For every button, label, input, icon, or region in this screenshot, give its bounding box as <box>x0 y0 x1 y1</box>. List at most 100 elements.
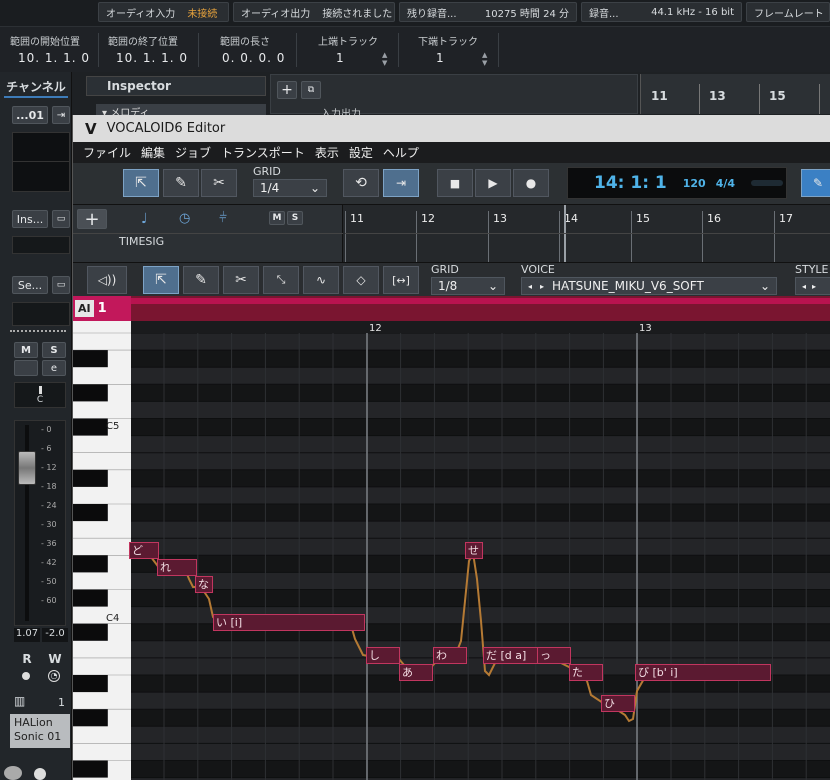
audio-input-value: 未接続 <box>187 8 218 20</box>
next-voice-icon[interactable]: ▸ <box>540 282 544 291</box>
follow-playhead-icon[interactable]: ⇥ <box>383 169 419 197</box>
write-automation-button[interactable]: W <box>44 652 66 666</box>
pencil-tool-icon[interactable]: ✎ <box>163 169 199 197</box>
stop-button[interactable]: ■ <box>437 169 473 197</box>
add-track-button[interactable]: + <box>77 209 107 230</box>
fader-scale: - 0 - 6 - 12 - 18 - 24 - 30 - 36 - 42 - 50 - 60 <box>41 425 65 615</box>
sends-button[interactable]: Se... <box>12 276 48 294</box>
menu-help[interactable]: ヘルプ <box>383 144 419 161</box>
project-ruler[interactable]: 11 13 15 <box>640 74 830 114</box>
edit-channel-icon[interactable]: ⇥ <box>52 106 70 124</box>
clock-icon[interactable]: ◷ <box>179 211 190 226</box>
scissors-tool-icon[interactable]: ✂ <box>223 266 259 294</box>
solo-button[interactable]: S <box>42 342 66 358</box>
chevron-down-icon: ⌄ <box>759 279 770 293</box>
grid-select[interactable]: 1/4 ⌄ <box>253 179 327 197</box>
voice-select[interactable]: ◂ ▸ HATSUNE_MIKU_V6_SOFT ⌄ <box>521 277 777 295</box>
note-block[interactable]: な <box>195 576 213 593</box>
menu-transport[interactable]: トランスポート <box>221 144 305 161</box>
range-end-value[interactable]: 10. 1. 1. 0 <box>116 51 188 65</box>
sends-slot[interactable] <box>12 302 70 326</box>
note-block[interactable]: だ [d a] <box>483 647 539 664</box>
loop-icon[interactable]: ⟲ <box>343 169 379 197</box>
track-mute-button[interactable]: M <box>269 211 285 225</box>
framerate-status[interactable]: フレームレート <box>746 2 830 22</box>
sends-bypass-icon[interactable]: ▭ <box>52 276 70 294</box>
tab-channel[interactable]: チャンネル <box>4 76 68 98</box>
note-block[interactable]: ど <box>129 542 159 559</box>
edit-icon[interactable]: e <box>42 360 66 376</box>
record-time-status[interactable]: 残り録音... 10275 時間 24 分 <box>399 2 577 22</box>
output-icon[interactable] <box>34 768 46 780</box>
audio-input-status[interactable]: オーディオ入力 未接続 <box>98 2 229 22</box>
pan-control[interactable]: C <box>14 382 66 408</box>
range-tool-icon[interactable]: [↔] <box>383 266 419 294</box>
note-block[interactable]: れ <box>157 559 197 576</box>
prev-voice-icon[interactable]: ◂ <box>528 282 532 291</box>
note-block[interactable]: せ <box>465 542 483 559</box>
duplicate-icon[interactable]: ⧉ <box>301 81 321 99</box>
style-select[interactable]: ◂ ▸ <box>795 277 830 295</box>
note-block[interactable]: わ <box>433 647 467 664</box>
upper-track-stepper[interactable]: ▲ ▼ <box>382 51 387 67</box>
upper-track-value[interactable]: 1 <box>336 51 345 65</box>
scissors-tool-icon[interactable]: ✂ <box>201 169 237 197</box>
note-block[interactable]: っ <box>537 647 571 664</box>
note-icon[interactable]: ♩ <box>141 211 148 227</box>
channel-name-button[interactable]: ...01 <box>12 106 48 124</box>
note-block[interactable]: い [i] <box>213 614 365 631</box>
tempo-value[interactable]: 120 <box>683 177 706 190</box>
read-automation-button[interactable]: R <box>16 652 38 666</box>
lower-track-value[interactable]: 1 <box>436 51 445 65</box>
play-button[interactable]: ▶ <box>475 169 511 197</box>
speaker-icon[interactable]: ◁)) <box>87 266 127 294</box>
time-signature-value[interactable]: 4/4 <box>716 177 735 190</box>
prev-style-icon[interactable]: ◂ <box>802 282 806 291</box>
tempo-marker-icon[interactable]: ⫩ <box>219 210 227 226</box>
menu-view[interactable]: 表示 <box>315 144 339 161</box>
piano-grid-select[interactable]: 1/8 ⌄ <box>431 277 505 295</box>
listen-button[interactable] <box>14 360 38 376</box>
select-tool-icon[interactable]: ⇱ <box>123 169 159 197</box>
lower-track-stepper[interactable]: ▲ ▼ <box>482 51 487 67</box>
record-format-status[interactable]: 録音... 44.1 kHz - 16 bit <box>581 2 742 22</box>
note-block[interactable]: し <box>366 647 400 664</box>
range-length-value[interactable]: 0. 0. 0. 0 <box>222 51 285 65</box>
menu-settings[interactable]: 設定 <box>349 144 373 161</box>
add-track-button[interactable]: + <box>277 81 297 99</box>
edit-window-icon[interactable]: ✎ <box>801 169 830 197</box>
piano-roll[interactable]: 12 13 C5 C4 どれない [i] しあわせだ [d a] ったひび [b' i] <box>73 321 830 780</box>
instrument-slot[interactable]: HALion Sonic 01 <box>10 714 70 748</box>
mute-button[interactable]: M <box>14 342 38 358</box>
inserts-bypass-icon[interactable]: ▭ <box>52 210 70 228</box>
menu-file[interactable]: ファイル <box>83 144 131 161</box>
power-icon[interactable] <box>4 766 22 780</box>
track-ruler[interactable]: 11 12 13 14 15 16 17 <box>345 205 830 262</box>
menu-edit[interactable]: 編集 <box>141 144 165 161</box>
vibrato-tool-icon[interactable]: ∿ <box>303 266 339 294</box>
note-block[interactable]: あ <box>399 664 433 681</box>
range-start-value[interactable]: 10. 1. 1. 0 <box>18 51 90 65</box>
volume-fader[interactable] <box>18 451 36 485</box>
next-style-icon[interactable]: ▸ <box>812 282 816 291</box>
inserts-button[interactable]: Ins... <box>12 210 48 228</box>
pencil-tool-icon[interactable]: ✎ <box>183 266 219 294</box>
note-block[interactable]: び [b' i] <box>635 664 771 681</box>
inserts-slot[interactable] <box>12 236 70 254</box>
menu-job[interactable]: ジョブ <box>175 144 211 161</box>
note-block[interactable]: た <box>569 664 603 681</box>
diamond-tool-icon[interactable]: ◇ <box>343 266 379 294</box>
record-enable-icon[interactable] <box>22 672 30 680</box>
fader-scale-label: - 50 <box>41 577 57 586</box>
track-solo-button[interactable]: S <box>287 211 303 225</box>
record-button[interactable]: ● <box>513 169 549 197</box>
line-tool-icon[interactable]: ⤡ <box>263 266 299 294</box>
vocaloid-title-bar[interactable]: V VOCALOID6 Editor <box>73 115 830 142</box>
part-selector[interactable]: AI 1 <box>73 296 131 321</box>
inspector-header[interactable]: Inspector <box>86 76 266 96</box>
track-area: + ♩ ◷ ⫩ M S TIMESIG 11 12 13 14 15 16 17 <box>73 205 830 262</box>
note-block[interactable]: ひ <box>601 695 635 712</box>
audio-output-status[interactable]: オーディオ出力 接続されました <box>233 2 395 22</box>
select-tool-icon[interactable]: ⇱ <box>143 266 179 294</box>
monitor-icon[interactable]: ◔ <box>48 670 60 682</box>
